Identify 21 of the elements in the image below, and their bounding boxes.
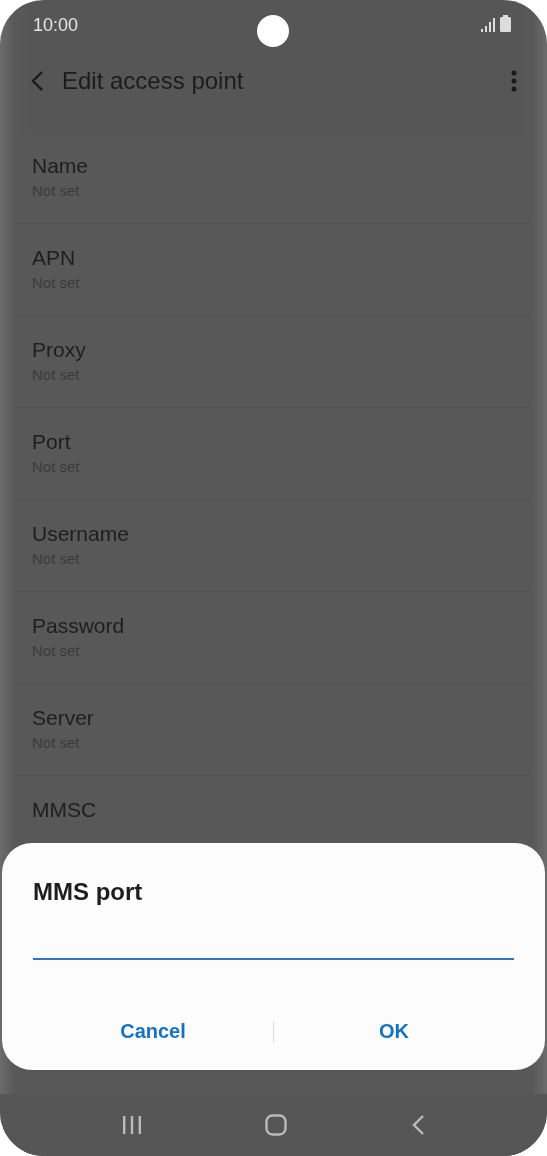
camera-hole — [257, 15, 289, 47]
page-title: Edit access point — [62, 67, 245, 95]
status-time: 10:00 — [33, 14, 79, 36]
dialog-button[interactable]: OK — [274, 1014, 514, 1049]
dialog-title: MMS port — [33, 878, 143, 906]
home-icon[interactable] — [265, 1114, 288, 1136]
setting-label: Proxy — [32, 338, 86, 362]
battery-icon — [500, 14, 511, 32]
setting-label: Name — [32, 154, 89, 178]
setting-label: APN — [32, 246, 76, 270]
setting-label: Server — [32, 706, 94, 730]
setting-label: Username — [32, 522, 129, 546]
setting-label: Port — [32, 430, 71, 454]
setting-label: Password — [32, 614, 125, 638]
back-button[interactable] — [30, 70, 44, 92]
back-icon[interactable] — [411, 1114, 426, 1136]
recents-icon[interactable] — [121, 1115, 142, 1135]
signal-icon — [481, 17, 496, 32]
dialog-button[interactable]: Cancel — [33, 1014, 273, 1049]
more-options-button[interactable] — [511, 70, 517, 92]
setting-label: MMSC — [32, 798, 97, 822]
